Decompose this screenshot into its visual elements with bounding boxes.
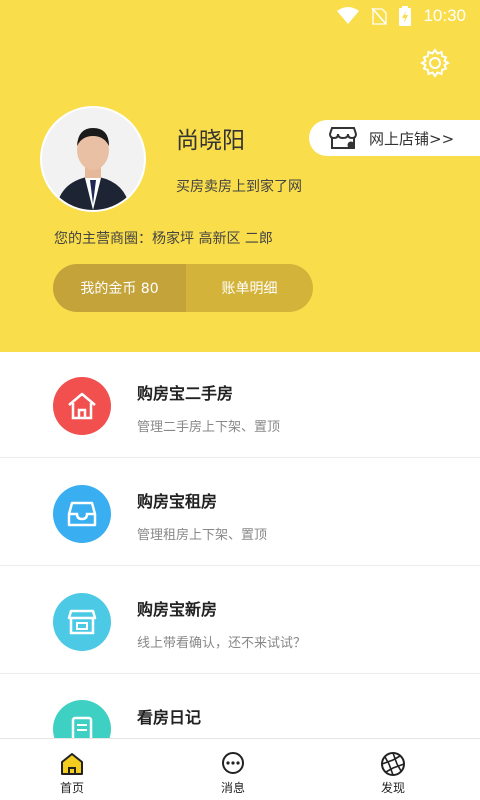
list-item-desc: 管理租房上下架、置顶 <box>137 528 268 543</box>
avatar-photo <box>42 108 144 210</box>
list-item-rental[interactable]: 购房宝租房 管理租房上下架、置顶 <box>0 460 480 566</box>
online-shop-button[interactable]: 网上店铺>> <box>309 120 480 156</box>
bottom-tab-bar: 首页 消息 发现 <box>0 738 480 800</box>
profile-name: 尚晓阳 <box>176 128 245 154</box>
profile-slogan: 买房卖房上到家了网 <box>176 179 302 195</box>
no-sim-icon <box>371 7 388 25</box>
list-item-desc: 线上带看确认，还不来试试？ <box>137 636 307 651</box>
battery-charging-icon <box>399 6 412 26</box>
list-item-title: 购房宝租房 <box>137 492 218 511</box>
shop-icon <box>329 127 357 149</box>
bill-details-button[interactable]: 账单明细 <box>186 264 313 312</box>
online-shop-label: 网上店铺>> <box>369 129 455 148</box>
tab-home[interactable]: 首页 <box>22 739 122 800</box>
wifi-icon <box>337 7 360 24</box>
coins-bar: 我的金币 80 账单明细 <box>53 264 313 312</box>
aperture-icon <box>381 752 405 776</box>
list-item-second-hand[interactable]: 购房宝二手房 管理二手房上下架、置顶 <box>0 352 480 458</box>
status-time: 10:30 <box>423 6 466 25</box>
gear-icon[interactable] <box>420 48 450 78</box>
avatar[interactable] <box>40 106 146 212</box>
home-icon <box>61 753 83 775</box>
list-item-title: 购房宝新房 <box>137 600 218 619</box>
inbox-icon <box>53 485 111 543</box>
tab-messages-label: 消息 <box>220 781 245 795</box>
list-item-title: 看房日记 <box>137 708 202 727</box>
house-icon <box>53 377 111 435</box>
my-coins-button[interactable]: 我的金币 80 <box>53 264 186 312</box>
storefront-icon <box>53 593 111 651</box>
status-bar: 10:30 <box>0 0 480 32</box>
tab-discover[interactable]: 发现 <box>343 739 443 800</box>
tab-home-label: 首页 <box>59 781 84 795</box>
list-item-new-house[interactable]: 购房宝新房 线上带看确认，还不来试试？ <box>0 568 480 674</box>
list-item-desc: 管理二手房上下架、置顶 <box>137 420 281 435</box>
business-district: 您的主营商圈：杨家坪 高新区 二郎 <box>54 231 273 247</box>
tab-messages[interactable]: 消息 <box>183 739 283 800</box>
list-item-title: 购房宝二手房 <box>137 384 234 403</box>
chat-bubble-icon <box>222 752 244 774</box>
tab-discover-label: 发现 <box>380 781 405 795</box>
